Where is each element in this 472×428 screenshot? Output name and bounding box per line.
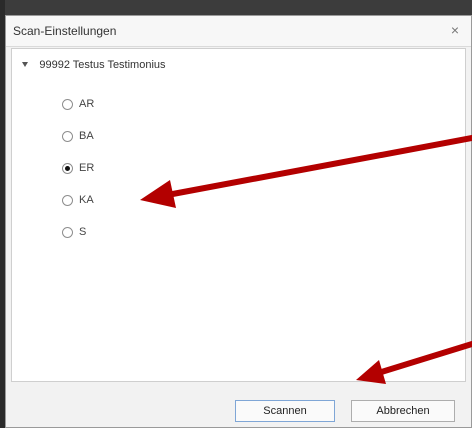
cancel-button[interactable]: Abbrechen (351, 400, 455, 422)
radio-label: S (79, 226, 87, 238)
radio-button[interactable] (62, 194, 73, 206)
tree-root-label: 99992 Testus Testimonius (39, 58, 166, 71)
radio-label: KA (79, 194, 94, 206)
dialog-title: Scan-Einstellungen (13, 24, 117, 38)
radio-option-er[interactable]: ER (62, 160, 94, 176)
dialog-titlebar: Scan-Einstellungen × (6, 16, 471, 47)
radio-button[interactable] (62, 130, 73, 142)
radio-label: AR (79, 98, 95, 110)
radio-label: BA (79, 130, 94, 142)
tree-expand-icon[interactable] (22, 62, 28, 68)
radio-button[interactable] (62, 226, 73, 238)
radio-button-selected[interactable] (62, 162, 73, 174)
radio-option-ba[interactable]: BA (62, 128, 94, 144)
options-panel: 99992 Testus Testimonius AR BA ER KA S (11, 48, 466, 382)
scan-button[interactable]: Scannen (235, 400, 335, 422)
close-icon[interactable]: × (446, 21, 464, 39)
radio-option-ar[interactable]: AR (62, 96, 94, 112)
radio-button[interactable] (62, 98, 73, 110)
radio-option-ka[interactable]: KA (62, 192, 94, 208)
scan-settings-dialog: Scan-Einstellungen × 99992 Testus Testim… (5, 15, 472, 428)
radio-option-s[interactable]: S (62, 224, 86, 240)
radio-label: ER (79, 162, 95, 174)
tree-root-item[interactable]: 99992 Testus Testimonius (22, 57, 166, 73)
